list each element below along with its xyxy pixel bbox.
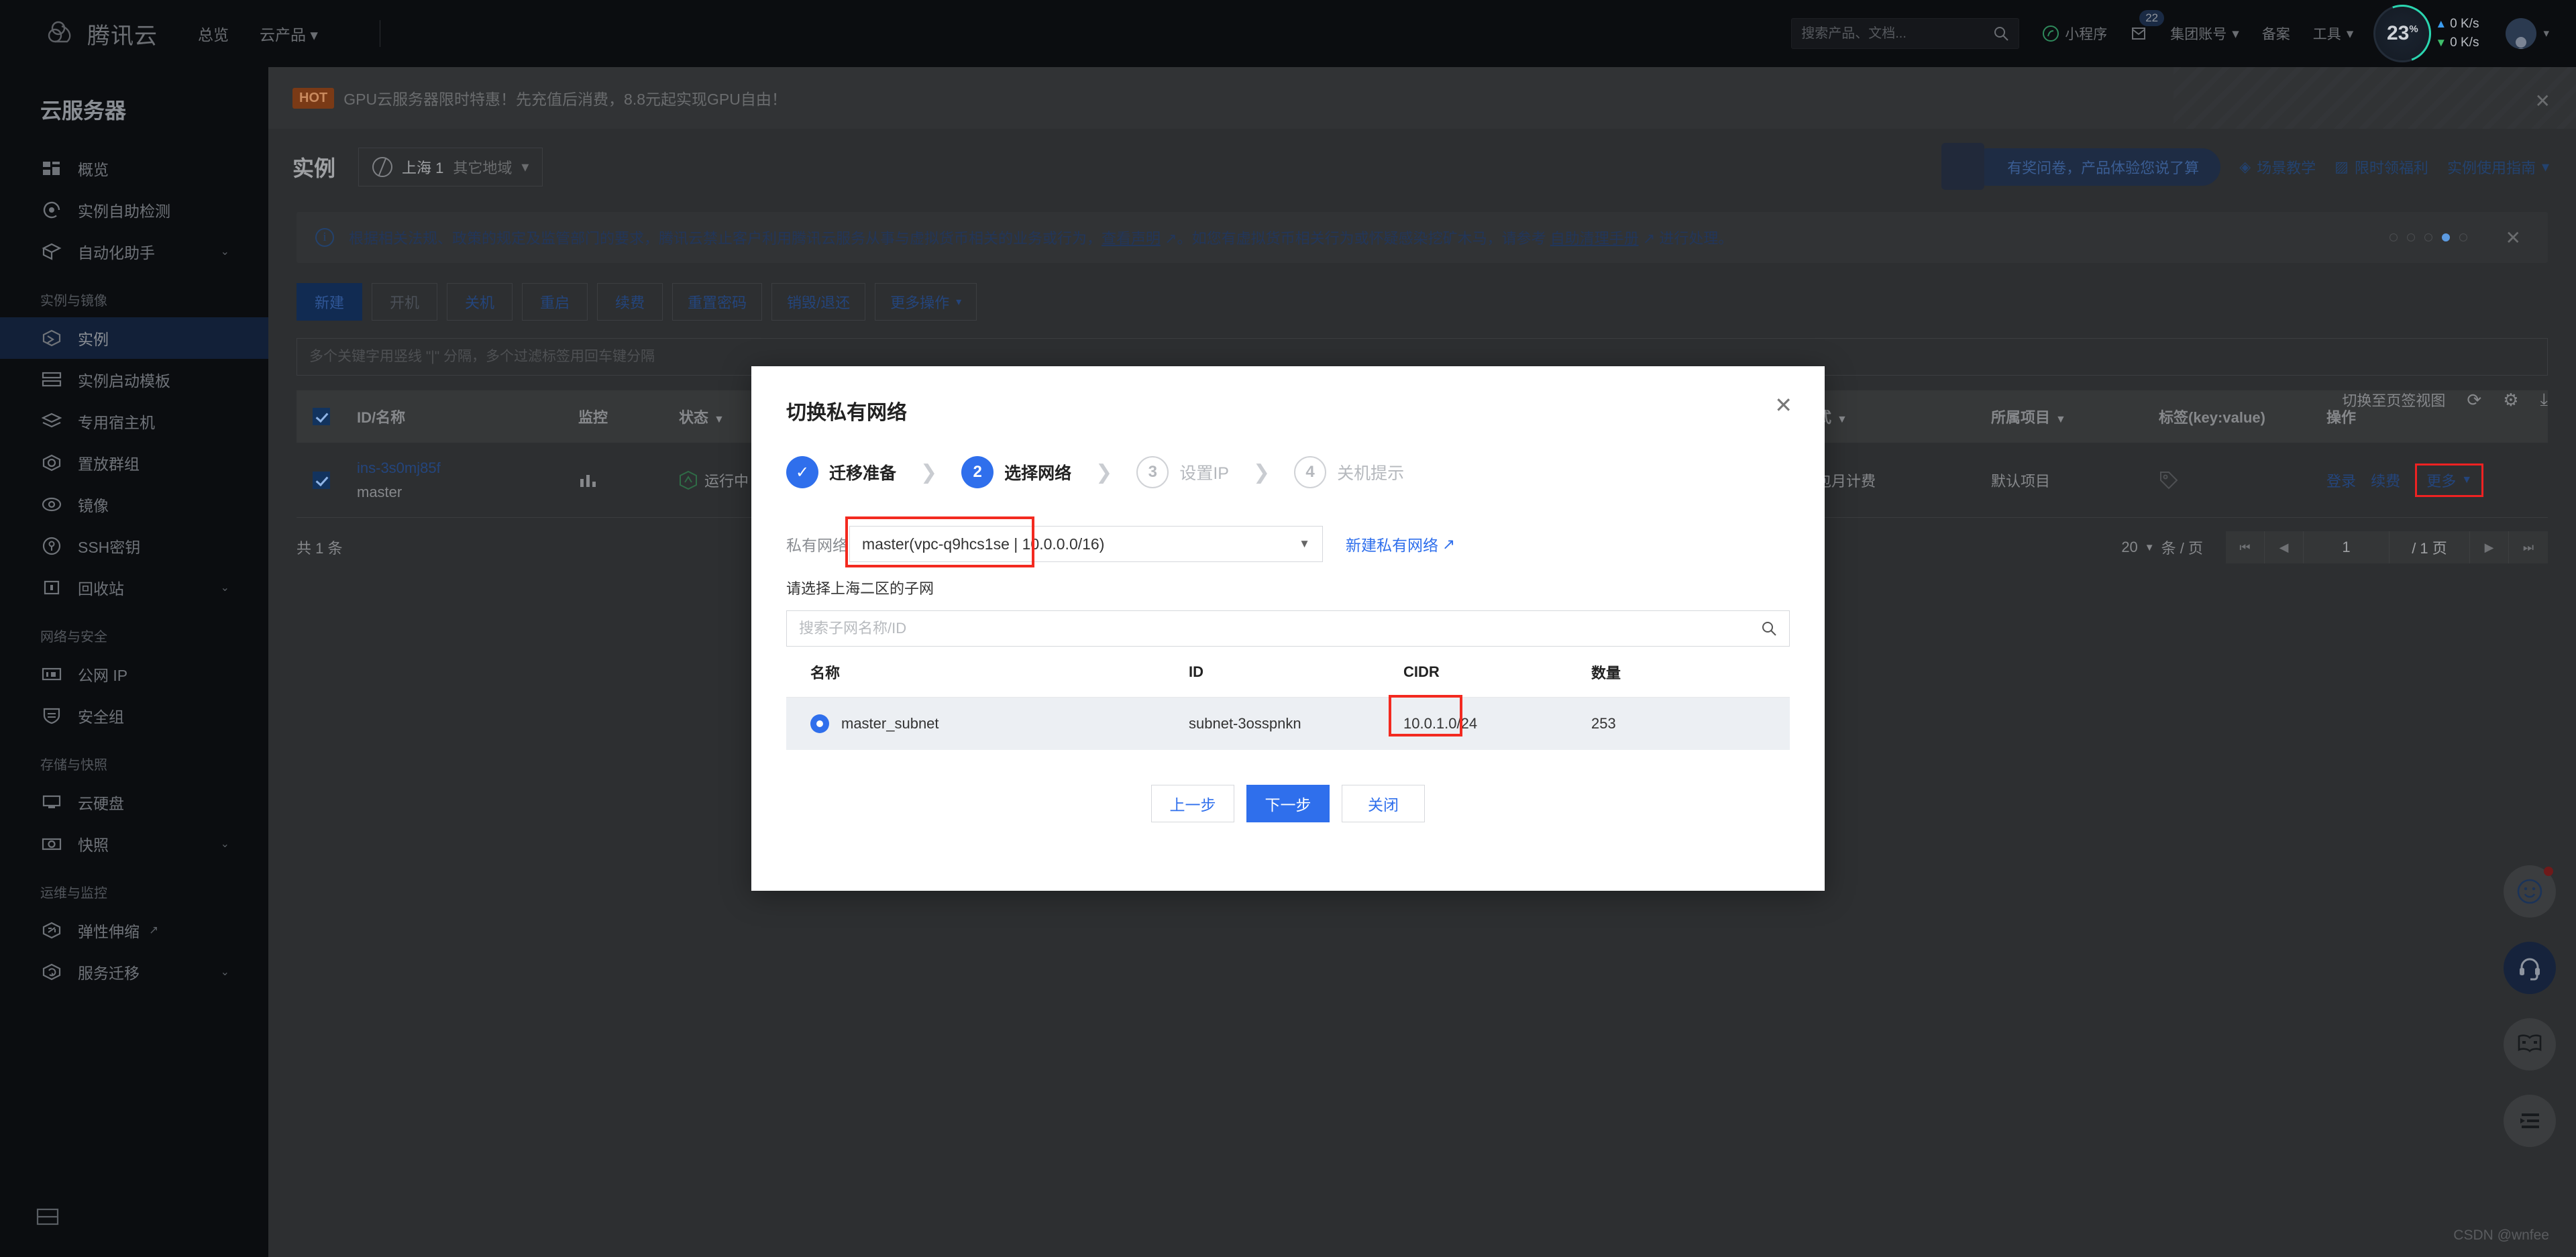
step-4-badge: 4: [1294, 456, 1327, 488]
chevron-down-icon: ▼: [1299, 537, 1310, 550]
step-4-label: 关机提示: [1337, 464, 1405, 483]
subnet-table: 名称 ID CIDR 数量 master_subnet subnet-3ossp…: [786, 647, 1790, 750]
step-4: 4 关机提示: [1294, 456, 1404, 488]
step-1-label: 迁移准备: [829, 464, 897, 483]
step-indicator: ✓ 迁移准备 ❯ 2 选择网络 ❯ 3 设置IP ❯ 4 关机提示: [751, 425, 1825, 488]
vpc-field-label: 私有网络: [786, 537, 848, 554]
subnet-column-cidr: CIDR: [1403, 663, 1440, 680]
create-vpc-link[interactable]: 新建私有网络 ↗: [1346, 533, 1455, 555]
subnet-search-box[interactable]: [786, 610, 1790, 647]
next-step-button[interactable]: 下一步: [1246, 785, 1330, 822]
step-3-badge: 3: [1136, 456, 1169, 488]
close-icon[interactable]: ✕: [1774, 394, 1792, 416]
vpc-form-row: 私有网络 master(vpc-q9hcs1se | 10.0.0.0/16) …: [751, 488, 1825, 567]
step-separator-icon: ❯: [1095, 461, 1113, 484]
step-1: ✓ 迁移准备: [786, 456, 896, 488]
search-icon[interactable]: [1761, 620, 1777, 637]
subnet-search-input[interactable]: [799, 620, 1761, 637]
step-3: 3 设置IP: [1136, 456, 1229, 488]
subnet-id: subnet-3osspnkn: [1189, 715, 1301, 732]
external-link-icon: ↗: [1442, 535, 1456, 553]
dialog-title: 切换私有网络: [786, 402, 907, 424]
switch-vpc-dialog: 切换私有网络 ✕ ✓ 迁移准备 ❯ 2 选择网络 ❯ 3 设置IP ❯ 4 关机…: [751, 366, 1825, 891]
dialog-footer: 上一步 下一步 关闭: [751, 785, 1825, 822]
step-2: 2 选择网络: [961, 456, 1071, 488]
subnet-hint: 请选择上海二区的子网: [786, 580, 934, 597]
subnet-radio-selected[interactable]: [810, 714, 829, 733]
subnet-column-count: 数量: [1591, 664, 1621, 681]
step-separator-icon: ❯: [920, 461, 938, 484]
vpc-select[interactable]: master(vpc-q9hcs1se | 10.0.0.0/16) ▼: [849, 526, 1323, 562]
subnet-cidr: 10.0.1.0/24: [1403, 715, 1478, 732]
vpc-select-value: master(vpc-q9hcs1se | 10.0.0.0/16): [862, 535, 1105, 553]
subnet-table-header: 名称 ID CIDR 数量: [786, 647, 1790, 698]
dialog-header: 切换私有网络 ✕: [751, 366, 1825, 425]
subnet-name: master_subnet: [841, 715, 939, 732]
step-3-label: 设置IP: [1179, 464, 1229, 483]
step-2-label: 选择网络: [1004, 464, 1072, 483]
subnet-available-count: 253: [1591, 715, 1616, 732]
prev-step-button[interactable]: 上一步: [1151, 785, 1234, 822]
subnet-column-id: ID: [1189, 663, 1203, 680]
step-separator-icon: ❯: [1252, 461, 1271, 484]
step-2-badge: 2: [961, 456, 994, 488]
close-dialog-button[interactable]: 关闭: [1342, 785, 1425, 822]
subnet-column-name: 名称: [810, 664, 841, 681]
step-1-badge: ✓: [786, 456, 818, 488]
subnet-row[interactable]: master_subnet subnet-3osspnkn 10.0.1.0/2…: [786, 695, 1790, 750]
